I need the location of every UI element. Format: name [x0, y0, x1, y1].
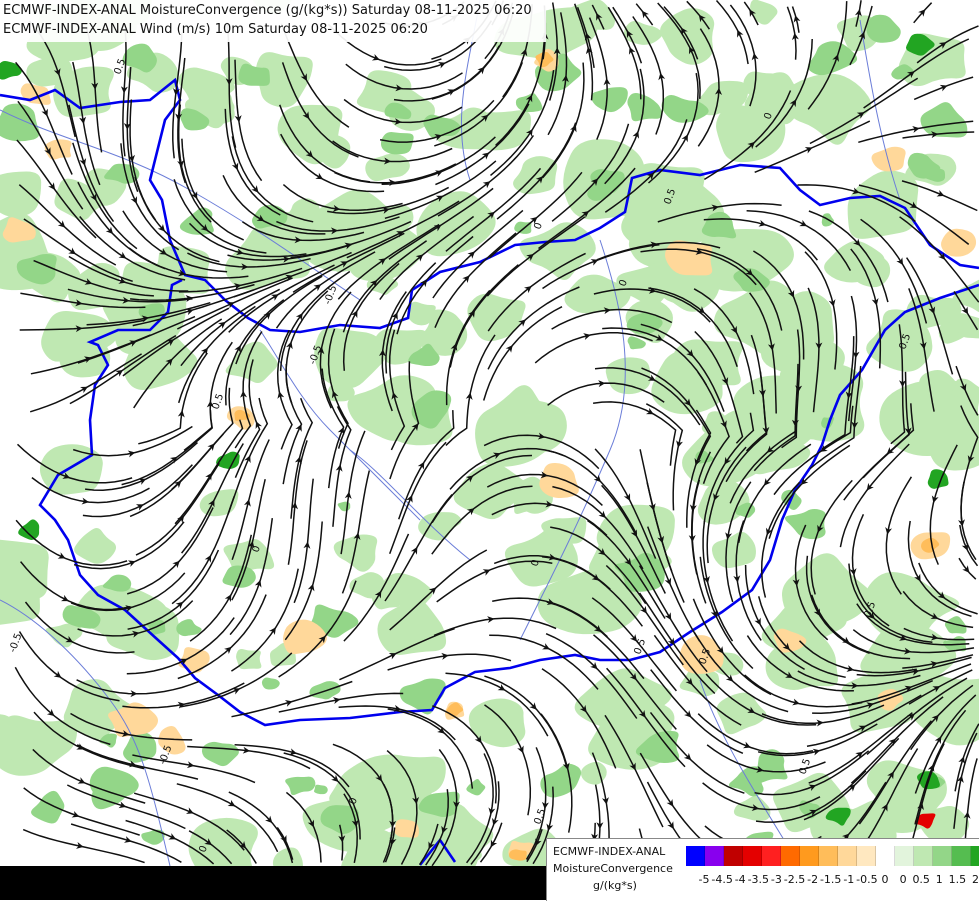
- legend-tick: 0: [881, 873, 889, 886]
- legend-swatch: [876, 846, 895, 866]
- convergence-area: [326, 383, 355, 402]
- legend-tick: -3: [770, 873, 782, 886]
- legend-tick-labels: -5 -4.5 -4 -3.5 -3 -2.5 -2 -1.5 -1 -0.5 0 0 0.5 1 1.5 2: [686, 873, 979, 889]
- convergence-area: [380, 132, 414, 155]
- weather-map: 0.50-0.50.500-0.50.5000.50.5-0.50.500.50…: [0, 0, 979, 866]
- legend-swatch: [971, 846, 979, 866]
- legend-swatch: [857, 846, 876, 866]
- legend-swatch: [743, 846, 762, 866]
- legend-tick: -1.5: [819, 873, 842, 886]
- legend-variable-name: MoistureConvergence: [553, 862, 673, 875]
- legend-tick: 0: [899, 873, 907, 886]
- legend-tick: -5: [698, 873, 710, 886]
- legend-tick: -1: [843, 873, 855, 886]
- legend-tick: -3.5: [747, 873, 770, 886]
- legend-swatch: [686, 846, 705, 866]
- wind-title: ECMWF-INDEX-ANAL Wind (m/s) 10m Saturday…: [3, 22, 428, 37]
- color-legend: ECMWF-INDEX-ANAL MoistureConvergence g/(…: [546, 838, 979, 901]
- legend-tick: 2: [972, 873, 979, 886]
- legend-tick: 0.5: [912, 873, 930, 886]
- legend-swatch: [762, 846, 781, 866]
- legend-swatch: [838, 846, 857, 866]
- legend-swatch: [724, 846, 743, 866]
- moisture-convergence-title: ECMWF-INDEX-ANAL MoistureConvergence (g/…: [3, 3, 532, 18]
- legend-model-name: ECMWF-INDEX-ANAL: [553, 845, 666, 858]
- legend-tick: -4: [734, 873, 746, 886]
- legend-color-scale: [686, 846, 979, 866]
- legend-swatch: [914, 846, 933, 866]
- legend-tick: 1.5: [948, 873, 967, 886]
- legend-tick: -4.5: [711, 873, 733, 886]
- legend-swatch: [933, 846, 952, 866]
- map-title-box: ECMWF-INDEX-ANAL MoistureConvergence (g/…: [0, 0, 546, 42]
- legend-swatch: [819, 846, 838, 866]
- legend-swatch: [895, 846, 914, 866]
- legend-swatch: [781, 846, 800, 866]
- legend-tick: 1: [935, 873, 943, 886]
- legend-swatch: [952, 846, 971, 866]
- legend-swatch: [800, 846, 819, 866]
- legend-unit: g/(kg*s): [593, 879, 637, 892]
- legend-swatch: [705, 846, 724, 866]
- legend-tick: -2: [807, 873, 819, 886]
- legend-tick: -0.5: [856, 873, 878, 886]
- legend-tick: -2.5: [783, 873, 806, 886]
